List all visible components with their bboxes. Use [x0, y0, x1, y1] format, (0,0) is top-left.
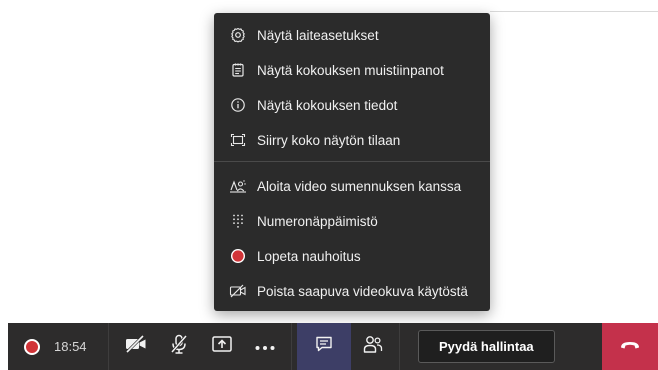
menu-item-dialpad[interactable]: Numeronäppäimistö — [214, 204, 490, 238]
menu-item-device-settings[interactable]: Näytä laiteasetukset — [214, 18, 490, 52]
share-screen-icon — [211, 334, 233, 359]
more-actions-button[interactable] — [243, 323, 286, 370]
hang-up-icon — [619, 338, 641, 356]
menu-item-meeting-info[interactable]: Näytä kokouksen tiedot — [214, 88, 490, 122]
camera-toggle-button[interactable] — [114, 323, 157, 370]
menu-item-fullscreen[interactable]: Siirry koko näytön tilaan — [214, 123, 490, 157]
microphone-off-icon — [168, 333, 190, 360]
menu-item-stop-recording[interactable]: Lopeta nauhoitus — [214, 239, 490, 273]
menu-item-label: Poista saapuva videokuva käytöstä — [257, 283, 468, 299]
menu-item-label: Numeronäppäimistö — [257, 213, 378, 229]
hang-up-button[interactable] — [602, 323, 658, 370]
menu-item-label: Näytä laiteasetukset — [257, 27, 379, 43]
participants-button[interactable] — [351, 323, 394, 370]
menu-item-label: Lopeta nauhoitus — [257, 248, 361, 264]
menu-item-meeting-notes[interactable]: Näytä kokouksen muistiinpanot — [214, 53, 490, 87]
chat-icon — [314, 334, 334, 359]
camera-off-icon — [124, 334, 148, 359]
menu-item-incoming-video-off[interactable]: Poista saapuva videokuva käytöstä — [214, 274, 490, 308]
dialpad-icon — [228, 211, 248, 231]
meeting-stage: Näytä laiteasetukset Näytä kokouksen mui… — [0, 0, 658, 370]
more-actions-menu: Näytä laiteasetukset Näytä kokouksen mui… — [214, 13, 490, 311]
microphone-toggle-button[interactable] — [157, 323, 200, 370]
participants-icon — [362, 334, 384, 359]
fullscreen-icon — [228, 130, 248, 150]
menu-item-label: Siirry koko näytön tilaan — [257, 132, 401, 148]
menu-item-label: Näytä kokouksen tiedot — [257, 97, 398, 113]
request-control-button[interactable]: Pyydä hallintaa — [418, 330, 555, 363]
menu-item-blur-video[interactable]: Aloita video sumennuksen kanssa — [214, 169, 490, 203]
recording-status: 18:54 — [8, 323, 108, 370]
info-icon — [228, 95, 248, 115]
notes-icon — [228, 60, 248, 80]
gear-icon — [228, 25, 248, 45]
more-icon — [254, 338, 276, 356]
menu-item-label: Näytä kokouksen muistiinpanot — [257, 62, 444, 78]
call-control-bar: 18:54 Pyydä hallintaa — [8, 323, 658, 370]
menu-item-label: Aloita video sumennuksen kanssa — [257, 178, 462, 194]
menu-divider — [214, 161, 490, 162]
top-divider — [490, 11, 658, 12]
recording-indicator-icon — [24, 338, 40, 355]
call-timer: 18:54 — [54, 339, 87, 354]
share-screen-button[interactable] — [200, 323, 243, 370]
panel-controls — [292, 323, 399, 370]
incoming-video-off-icon — [228, 281, 248, 301]
media-controls — [109, 323, 291, 370]
request-control-wrap: Pyydä hallintaa — [400, 323, 573, 370]
stop-recording-icon — [228, 246, 248, 266]
blur-background-icon — [228, 176, 248, 196]
chat-button[interactable] — [297, 323, 351, 370]
